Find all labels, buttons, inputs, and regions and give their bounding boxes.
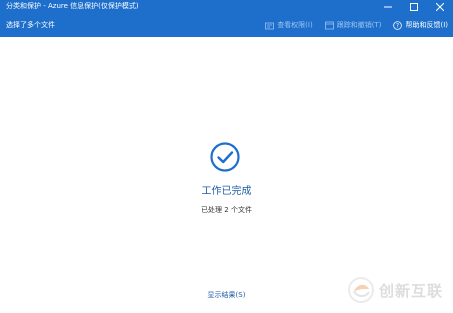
completion-heading: 工作已完成: [201, 186, 252, 197]
permissions-icon: [265, 22, 275, 29]
maximize-button[interactable]: [401, 0, 427, 13]
checkmark-icon: [210, 142, 240, 172]
help-icon: ?: [393, 20, 403, 30]
close-icon: [436, 2, 444, 11]
window-title: 分类和保护 - Azure 信息保护(仅保护模式): [6, 2, 139, 10]
track-icon: [324, 21, 334, 29]
selection-status: 选择了多个文件: [6, 21, 55, 29]
svg-text:?: ?: [396, 22, 399, 29]
processed-count-text: 已处理 2 个文件: [201, 206, 252, 214]
toolbar-actions: 查看权限(I) 跟踪和撤销(T) ? 帮助和反馈(I): [265, 13, 448, 37]
track-revoke-button[interactable]: 跟踪和撤销(T): [324, 20, 382, 30]
watermark-text: 创新互联: [378, 281, 443, 300]
maximize-icon: [410, 2, 418, 11]
window-controls: [375, 0, 453, 13]
watermark: 创新互联: [347, 277, 443, 303]
track-revoke-label: 跟踪和撤销(T): [336, 21, 382, 29]
view-permissions-button[interactable]: 查看权限(I): [265, 20, 313, 30]
help-feedback-label: 帮助和反馈(I): [405, 21, 448, 29]
minimize-button[interactable]: [375, 0, 401, 13]
main-content: 工作已完成 已处理 2 个文件 显示结果(S) 创新互联: [0, 37, 453, 313]
help-feedback-button[interactable]: ? 帮助和反馈(I): [393, 20, 448, 30]
title-bar: 分类和保护 - Azure 信息保护(仅保护模式): [0, 0, 453, 13]
toolbar: 选择了多个文件 查看权限(I) 跟踪和撤销(T) ? 帮助和反馈(I): [0, 13, 453, 37]
app-window: 分类和保护 - Azure 信息保护(仅保护模式) 选择了多个文件 查看权限(I…: [0, 0, 453, 313]
minimize-icon: [384, 6, 392, 7]
watermark-logo-icon: [347, 277, 374, 303]
close-button[interactable]: [427, 0, 453, 13]
view-permissions-label: 查看权限(I): [277, 21, 313, 29]
